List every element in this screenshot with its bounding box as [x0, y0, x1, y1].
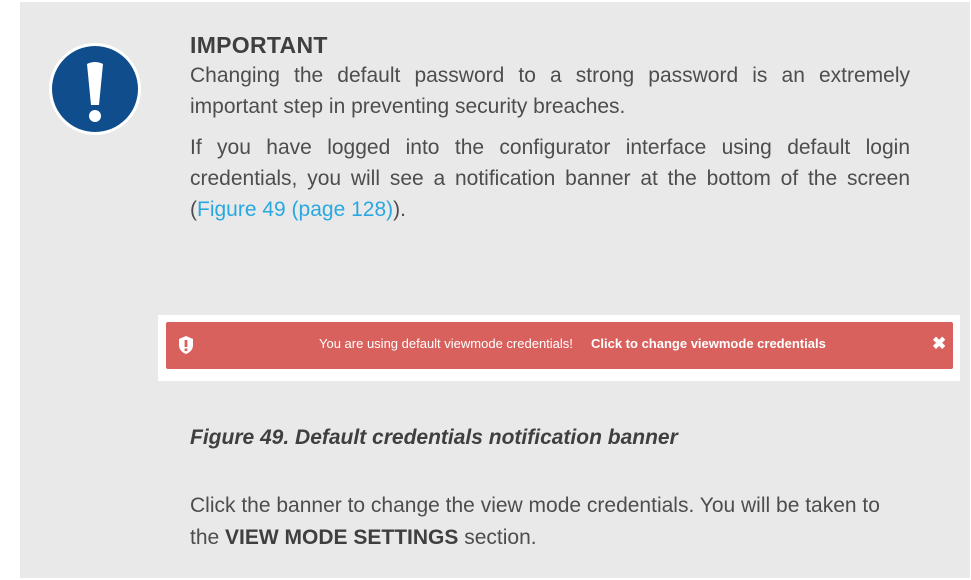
notice-paragraph-1: Changing the default password to a stron…: [190, 64, 910, 118]
footer-text-after: section.: [458, 526, 537, 549]
notice-paragraph-2-end: ).: [393, 198, 406, 221]
close-icon[interactable]: ✖: [932, 334, 946, 354]
banner-message: You are using default viewmode credentia…: [319, 336, 573, 351]
footer-paragraph: Click the banner to change the view mode…: [190, 490, 910, 554]
banner-figure: You are using default viewmode credentia…: [158, 315, 960, 381]
figure-caption: Figure 49. Default credentials notificat…: [190, 426, 678, 449]
shield-exclamation-icon: [178, 335, 194, 355]
view-mode-settings-label: VIEW MODE SETTINGS: [225, 526, 459, 549]
notice-paragraph-2: If you have logged into the configurator…: [190, 132, 910, 225]
default-credentials-banner[interactable]: You are using default viewmode credentia…: [166, 322, 953, 369]
figure-reference-link[interactable]: Figure 49 (page 128): [197, 198, 393, 221]
exclamation-circle-icon: [48, 42, 142, 136]
notice-content: IMPORTANT Changing the default password …: [190, 30, 910, 235]
important-notice-panel: IMPORTANT Changing the default password …: [20, 2, 970, 578]
change-credentials-link[interactable]: Click to change viewmode credentials: [591, 336, 826, 351]
notice-heading: IMPORTANT: [190, 32, 328, 58]
